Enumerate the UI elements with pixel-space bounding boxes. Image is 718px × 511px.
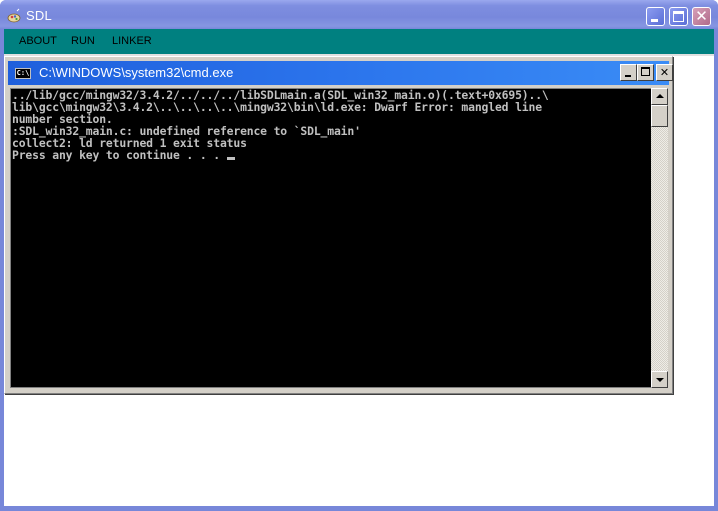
sdl-app-icon	[7, 8, 21, 23]
close-button[interactable]: ✕	[692, 7, 711, 26]
arrow-down-icon	[656, 378, 664, 382]
maximize-icon	[641, 67, 650, 76]
console-prompt: Press any key to continue . . .	[12, 148, 227, 162]
arrow-up-icon	[656, 94, 664, 98]
cmd-titlebar[interactable]: C:\ C:\WINDOWS\system32\cmd.exe ✕	[8, 61, 673, 85]
maximize-button[interactable]	[669, 7, 688, 26]
close-icon: ✕	[695, 7, 708, 25]
scroll-down-button[interactable]	[651, 371, 668, 388]
sdl-titlebar[interactable]: SDL ✕	[0, 0, 718, 29]
cmd-title: C:\WINDOWS\system32\cmd.exe	[39, 65, 234, 80]
cmd-minimize-button[interactable]	[620, 64, 637, 81]
menu-item-linker[interactable]: LINKER	[112, 35, 152, 47]
minimize-icon	[651, 19, 658, 22]
text-cursor	[226, 157, 235, 160]
sdl-window: SDL ✕ ABOUT RUN LINKER C:\ C:\WINDOWS\sy…	[0, 0, 718, 511]
menu-item-run[interactable]: RUN	[71, 35, 95, 47]
scroll-up-button[interactable]	[651, 88, 668, 105]
window-title: SDL	[26, 8, 52, 23]
menu-item-about[interactable]: ABOUT	[19, 35, 57, 47]
vertical-scrollbar[interactable]	[651, 88, 668, 388]
scroll-thumb[interactable]	[651, 105, 668, 127]
menubar: ABOUT RUN LINKER	[4, 29, 714, 54]
console-icon: C:\	[15, 68, 31, 79]
minimize-button[interactable]	[646, 7, 665, 26]
cmd-maximize-button[interactable]	[637, 64, 654, 81]
cmd-window: C:\ C:\WINDOWS\system32\cmd.exe ✕ ../lib…	[4, 56, 673, 394]
cmd-close-button[interactable]: ✕	[656, 64, 673, 81]
maximize-icon	[673, 11, 684, 22]
console-output[interactable]: ../lib/gcc/mingw32/3.4.2/../../../libSDL…	[10, 88, 651, 388]
console-prompt-line: Press any key to continue . . .	[11, 149, 651, 161]
minimize-icon	[625, 75, 631, 77]
close-icon: ✕	[659, 66, 670, 79]
